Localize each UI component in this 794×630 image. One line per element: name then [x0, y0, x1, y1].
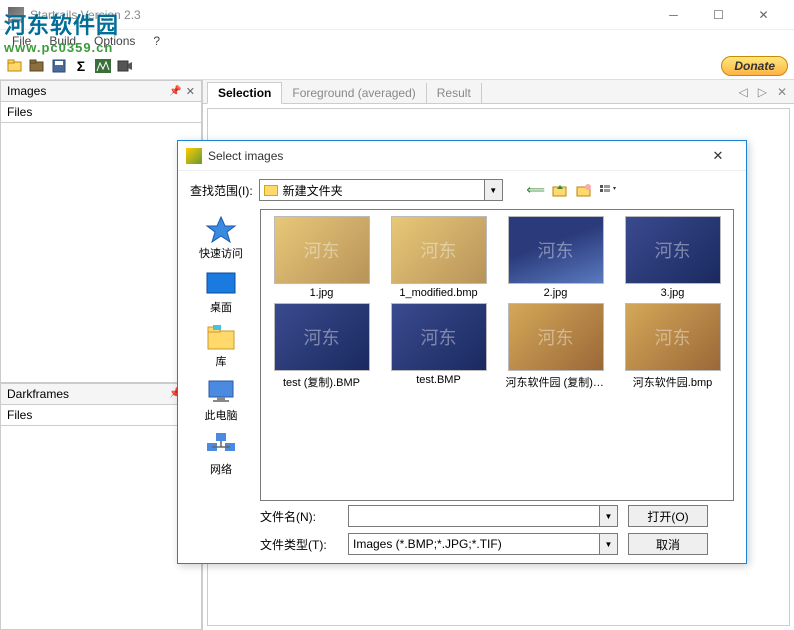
- file-label: 河东软件园.bmp: [633, 374, 712, 390]
- thumbnail: 河东: [508, 303, 604, 371]
- thumbnail: 河东: [508, 216, 604, 284]
- darkframes-panel-title: Darkframes: [7, 387, 169, 401]
- dialog-close-button[interactable]: ✕: [698, 142, 738, 170]
- file-label: test.BMP: [416, 374, 461, 386]
- network-icon: [205, 431, 237, 459]
- file-label: 2.jpg: [544, 287, 568, 299]
- file-item[interactable]: 河东 test (复制).BMP: [267, 303, 376, 390]
- menu-options[interactable]: Options: [86, 32, 143, 50]
- tab-result[interactable]: Result: [427, 83, 482, 103]
- minimize-button[interactable]: ─: [651, 1, 696, 29]
- up-folder-icon[interactable]: [551, 181, 569, 199]
- star-icon: [205, 215, 237, 243]
- darkframes-files-header: Files: [0, 405, 202, 426]
- file-label: 1_modified.bmp: [399, 287, 477, 299]
- thumbnail: 河东: [625, 303, 721, 371]
- place-pc[interactable]: 此电脑: [203, 375, 240, 425]
- open-images-icon[interactable]: [6, 57, 24, 75]
- menu-file[interactable]: File: [4, 32, 39, 50]
- tab-selection[interactable]: Selection: [207, 82, 282, 104]
- images-files-header: Files: [0, 102, 202, 123]
- close-panel-icon[interactable]: ✕: [186, 85, 195, 98]
- folder-icon: [264, 185, 278, 196]
- dialog-icon: [186, 148, 202, 164]
- filename-input[interactable]: ▼: [348, 505, 618, 527]
- file-item[interactable]: 河东 test.BMP: [384, 303, 493, 390]
- folder-combo[interactable]: 新建文件夹 ▼: [259, 179, 503, 201]
- lookup-label: 查找范围(I):: [190, 182, 253, 199]
- menu-help[interactable]: ?: [145, 32, 168, 50]
- process-icon[interactable]: [94, 57, 112, 75]
- video-icon[interactable]: [116, 57, 134, 75]
- chevron-down-icon[interactable]: ▼: [484, 180, 502, 200]
- title-bar: Startrails Version 2.3 ─ ☐ ✕: [0, 0, 794, 30]
- back-icon[interactable]: ⟸: [527, 181, 545, 199]
- chevron-down-icon[interactable]: ▼: [599, 506, 617, 526]
- dialog-title-bar: Select images ✕: [178, 141, 746, 171]
- open-dark-icon[interactable]: [28, 57, 46, 75]
- file-item[interactable]: 河东河东软件园.bmp: [618, 303, 727, 390]
- thumbnail: 河东: [274, 303, 370, 371]
- donate-button[interactable]: Donate: [721, 56, 788, 76]
- view-mode-icon[interactable]: [599, 181, 617, 199]
- darkframes-list[interactable]: [0, 426, 202, 630]
- new-folder-icon[interactable]: [575, 181, 593, 199]
- file-label: 3.jpg: [661, 287, 685, 299]
- folder-name: 新建文件夹: [283, 182, 343, 199]
- menu-bar: File Build Options ?: [0, 30, 794, 52]
- file-item[interactable]: 河东 3.jpg: [618, 216, 727, 299]
- chevron-down-icon[interactable]: ▼: [599, 534, 617, 554]
- place-desktop[interactable]: 桌面: [203, 267, 239, 317]
- file-item[interactable]: 河东 1_modified.bmp: [384, 216, 493, 299]
- tab-foreground[interactable]: Foreground (averaged): [282, 83, 426, 103]
- file-item[interactable]: 河东 2.jpg: [501, 216, 610, 299]
- toolbar: Σ Donate: [0, 52, 794, 80]
- place-network[interactable]: 网络: [203, 429, 239, 479]
- close-button[interactable]: ✕: [741, 1, 786, 29]
- app-icon: [8, 7, 24, 23]
- thumbnail: 河东: [391, 216, 487, 284]
- file-item[interactable]: 河东 1.jpg: [267, 216, 376, 299]
- open-button[interactable]: 打开(O): [628, 505, 708, 527]
- select-images-dialog: Select images ✕ 查找范围(I): 新建文件夹 ▼ ⟸ 快速访问: [177, 140, 747, 564]
- darkframes-panel-header: Darkframes 📌 ✕: [0, 383, 202, 405]
- filetype-value: Images (*.BMP;*.JPG;*.TIF): [353, 537, 502, 551]
- tabs-bar: Selection Foreground (averaged) Result ◁…: [203, 80, 794, 104]
- file-label: 河东软件园 (复制).bmp: [506, 374, 606, 390]
- library-icon: [205, 323, 237, 351]
- tab-prev-icon[interactable]: ◁: [735, 85, 750, 99]
- file-item[interactable]: 河东河东软件园 (复制).bmp: [501, 303, 610, 390]
- tab-close-icon[interactable]: ✕: [774, 85, 790, 99]
- file-label: test (复制).BMP: [283, 374, 360, 390]
- desktop-icon: [205, 269, 237, 297]
- filetype-combo[interactable]: Images (*.BMP;*.JPG;*.TIF) ▼: [348, 533, 618, 555]
- filetype-label: 文件类型(T):: [260, 536, 338, 553]
- filename-label: 文件名(N):: [260, 508, 338, 525]
- images-panel-header: Images 📌 ✕: [0, 80, 202, 102]
- images-list[interactable]: [0, 123, 202, 383]
- thumbnail: 河东: [391, 303, 487, 371]
- menu-build[interactable]: Build: [41, 32, 84, 50]
- dialog-title: Select images: [208, 149, 698, 163]
- pc-icon: [205, 377, 237, 405]
- tab-next-icon[interactable]: ▷: [755, 85, 770, 99]
- window-title: Startrails Version 2.3: [30, 8, 651, 22]
- cancel-button[interactable]: 取消: [628, 533, 708, 555]
- file-label: 1.jpg: [310, 287, 334, 299]
- places-bar: 快速访问 桌面 库 此电脑 网络: [190, 209, 252, 501]
- sigma-icon[interactable]: Σ: [72, 57, 90, 75]
- thumbnail: 河东: [274, 216, 370, 284]
- save-icon[interactable]: [50, 57, 68, 75]
- place-library[interactable]: 库: [203, 321, 239, 371]
- images-panel-title: Images: [7, 84, 169, 98]
- place-quick-access[interactable]: 快速访问: [197, 213, 245, 263]
- thumbnail: 河东: [625, 216, 721, 284]
- maximize-button[interactable]: ☐: [696, 1, 741, 29]
- pin-icon[interactable]: 📌: [169, 86, 181, 97]
- file-browser[interactable]: 河东 1.jpg 河东 1_modified.bmp 河东 2.jpg 河东 3.jpg 河东 t…: [260, 209, 734, 501]
